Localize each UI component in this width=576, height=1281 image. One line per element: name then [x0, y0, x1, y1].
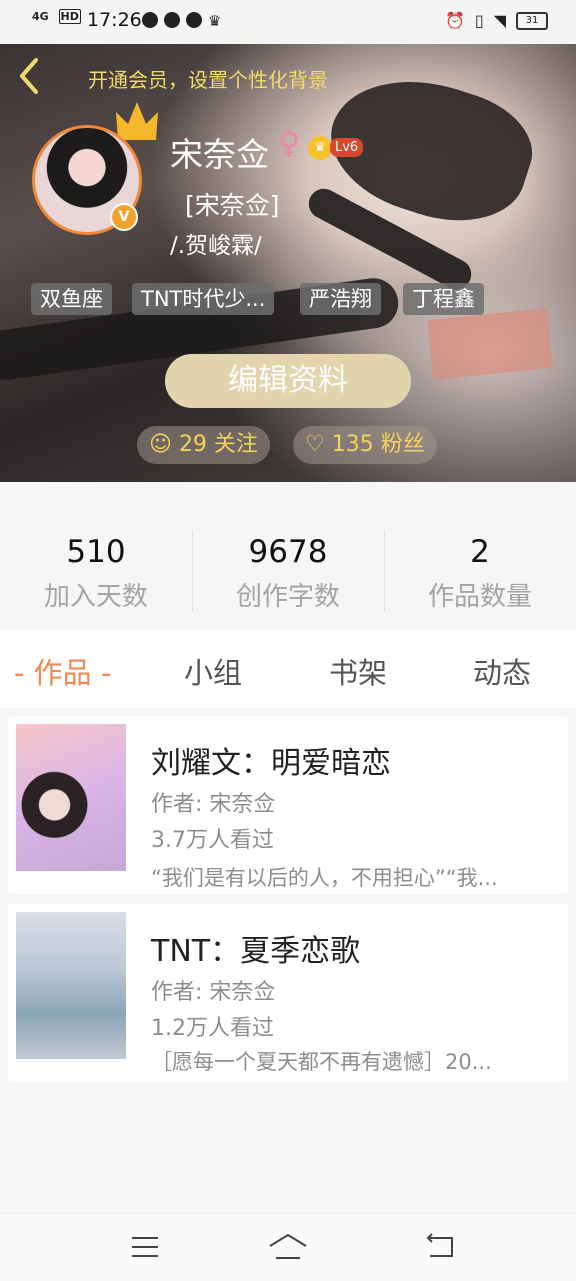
system-icons: ⏰ ▯ ◥ 31 [445, 11, 548, 30]
wifi-icon: ◥ [493, 11, 506, 30]
work-views: 3.7万人看过 [151, 828, 274, 853]
edit-profile-button[interactable]: 编辑资料 [165, 354, 411, 408]
status-time: 17:26 [87, 9, 142, 31]
status-bar: 4G HD 17:26 ♛ ⏰ ▯ ◥ 31 [0, 0, 576, 44]
work-cover-image [16, 724, 126, 871]
stat-word-count: 9678 创作字数 [192, 534, 384, 613]
user-name: 宋奈佥 [170, 135, 269, 174]
tab-works[interactable]: - 作品 - [14, 650, 111, 692]
stat-label: 作品数量 [427, 582, 532, 612]
work-title: 刘耀文：明爱暗恋 [151, 746, 391, 781]
stat-value: 510 [66, 534, 126, 570]
tab-bookshelf[interactable]: 书架 [329, 650, 387, 692]
stat-value: 9678 [248, 534, 328, 570]
stat-label: 加入天数 [43, 582, 148, 612]
followers-label: 135 粉丝 [331, 432, 425, 457]
profile-tag[interactable]: 双鱼座 [31, 283, 112, 315]
work-title: TNT：夏季恋歌 [151, 934, 361, 969]
profile-header-background [0, 44, 576, 482]
level-badge: Lv6 [330, 138, 364, 157]
stat-value: 2 [470, 534, 490, 570]
work-cover-image [16, 912, 126, 1059]
network-label: 4G [32, 10, 49, 23]
work-author: 作者: 宋奈佥 [151, 792, 276, 817]
profile-tag[interactable]: 严浩翔 [300, 283, 381, 315]
profile-tag[interactable]: TNT时代少... [132, 283, 275, 315]
user-signature: /.贺峻霖/ [170, 233, 262, 259]
work-description: “我们是有以后的人，不用担心”“我... [151, 866, 498, 890]
battery-icon: 31 [516, 11, 548, 30]
work-description: ［愿每一个夏天都不再有遗憾］20... [151, 1050, 492, 1074]
stats-row: 510 加入天数 9678 创作字数 2 作品数量 [0, 482, 576, 628]
notification-icons: ♛ [142, 12, 221, 30]
user-icon: ☺ [149, 432, 172, 457]
back-arrow-icon[interactable] [14, 56, 44, 96]
profile-tabs: - 作品 - 小组 书架 动态 [0, 630, 576, 708]
verified-badge: V [110, 203, 138, 231]
tab-activity[interactable]: 动态 [473, 650, 531, 692]
profile-tag[interactable]: 丁程鑫 [403, 283, 484, 315]
crown-icon: ♛ [208, 12, 222, 30]
system-nav-bar [0, 1213, 576, 1281]
vibrate-icon: ▯ [474, 11, 484, 30]
tab-groups[interactable]: 小组 [184, 650, 242, 692]
user-tagline: [宋奈佥] [185, 191, 280, 220]
stat-works-count: 2 作品数量 [384, 534, 576, 613]
following-label: 29 关注 [178, 432, 258, 457]
background-shape [427, 307, 553, 381]
vip-background-prompt[interactable]: 开通会员，设置个性化背景 [88, 64, 328, 93]
female-icon: ♀ [278, 126, 300, 161]
stat-join-days: 510 加入天数 [0, 534, 192, 613]
hd-label: HD [58, 9, 81, 24]
chat-icon [186, 12, 202, 28]
level-crown-icon: ♛ [308, 136, 332, 160]
work-card[interactable]: TNT：夏季恋歌 作者: 宋奈佥 1.2万人看过 ［愿每一个夏天都不再有遗憾］2… [8, 904, 568, 1082]
menu-icon[interactable] [130, 1234, 160, 1260]
cloud-icon [142, 12, 158, 28]
signal-icon: 4G HD [32, 9, 81, 24]
alarm-icon: ⏰ [444, 11, 465, 30]
work-card[interactable]: 刘耀文：明爱暗恋 作者: 宋奈佥 3.7万人看过 “我们是有以后的人，不用担心”… [8, 716, 568, 894]
stat-label: 创作字数 [235, 582, 340, 612]
compass-icon [164, 12, 180, 28]
following-button[interactable]: ☺ 29 关注 [137, 426, 270, 464]
home-icon[interactable] [268, 1232, 308, 1262]
work-author: 作者: 宋奈佥 [151, 980, 276, 1005]
followers-button[interactable]: ♡ 135 粉丝 [293, 426, 437, 464]
back-icon[interactable] [424, 1232, 456, 1262]
heart-icon: ♡ [305, 432, 325, 457]
work-views: 1.2万人看过 [151, 1016, 274, 1041]
